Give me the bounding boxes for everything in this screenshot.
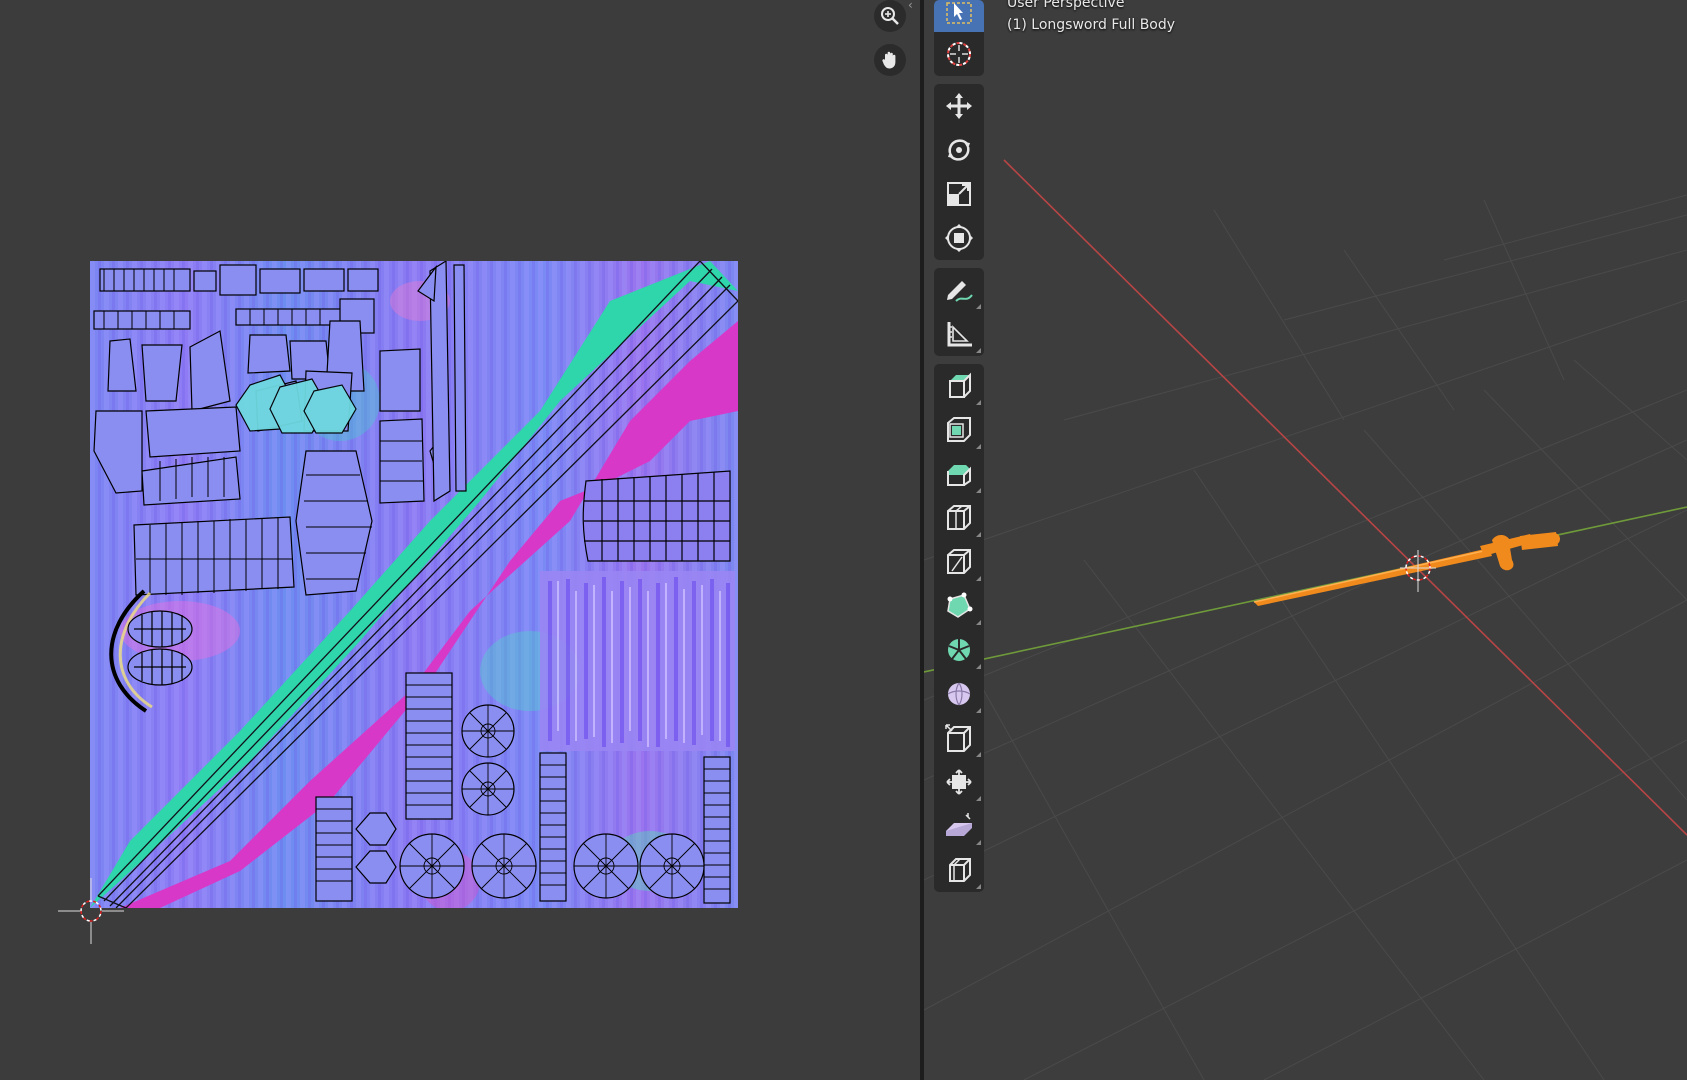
longsword-object[interactable] <box>1253 532 1560 606</box>
rotate-icon[interactable] <box>934 128 984 172</box>
spin-icon[interactable] <box>934 628 984 672</box>
y-axis-line <box>924 506 1687 673</box>
tool-shelf <box>934 0 984 900</box>
zoom-icon[interactable] <box>874 0 906 32</box>
transform-icon[interactable] <box>934 216 984 260</box>
measure-icon[interactable] <box>934 312 984 356</box>
rip-region-icon[interactable] <box>934 848 984 892</box>
smooth-icon[interactable] <box>934 672 984 716</box>
loop-cut-icon[interactable] <box>934 496 984 540</box>
inset-faces-icon[interactable] <box>934 408 984 452</box>
edge-slide-icon[interactable] <box>934 716 984 760</box>
cursor-icon[interactable] <box>934 32 984 76</box>
extrude-region-icon[interactable] <box>934 364 984 408</box>
knife-icon[interactable] <box>934 540 984 584</box>
uv-editor[interactable]: ‹ <box>0 0 920 1080</box>
move-icon[interactable] <box>934 84 984 128</box>
tool-group-select <box>934 0 984 76</box>
tool-group-transform <box>934 84 984 260</box>
viewport-grid <box>924 159 1687 1080</box>
viewport-info: User Perspective (1) Longsword Full Body <box>1007 0 1175 36</box>
select-box-icon[interactable] <box>934 0 984 32</box>
2d-cursor-icon[interactable] <box>58 878 124 944</box>
uv-texture-map[interactable] <box>90 261 738 908</box>
hand-pan-icon[interactable] <box>874 44 906 76</box>
poly-build-icon[interactable] <box>934 584 984 628</box>
bevel-icon[interactable] <box>934 452 984 496</box>
uv-navigation-gizmo <box>874 0 908 88</box>
shear-icon[interactable] <box>934 804 984 848</box>
chevron-left-icon[interactable]: ‹ <box>908 0 918 14</box>
scale-icon[interactable] <box>934 172 984 216</box>
view-name: User Perspective <box>1007 0 1125 11</box>
tool-group-annotate <box>934 268 984 356</box>
object-label: (1) Longsword Full Body <box>1007 17 1176 33</box>
tool-group-mesh <box>934 364 984 892</box>
shrink-fatten-icon[interactable] <box>934 760 984 804</box>
3d-viewport[interactable]: User Perspective (1) Longsword Full Body <box>924 0 1687 1080</box>
annotate-icon[interactable] <box>934 268 984 312</box>
